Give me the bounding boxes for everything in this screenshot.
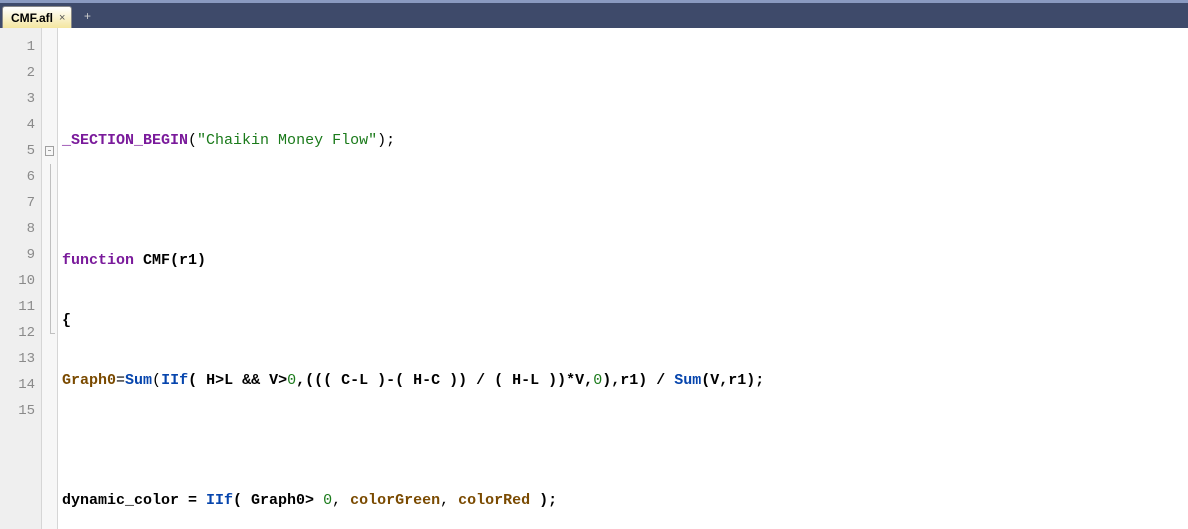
fold-cell [42,372,57,398]
code-line: dynamic_color = IIf( Graph0> 0, colorGre… [62,488,1188,514]
line-number: 9 [0,242,41,268]
code-area[interactable]: _SECTION_BEGIN("Chaikin Money Flow"); fu… [58,28,1188,529]
fold-toggle-icon[interactable] [42,138,57,164]
code-line [62,428,1188,454]
new-tab-button[interactable]: + [78,8,96,26]
line-number: 13 [0,346,41,372]
line-number: 10 [0,268,41,294]
code-line: function CMF(r1) [62,248,1188,274]
close-icon[interactable]: × [59,12,65,24]
fold-cell [42,294,57,320]
tab-bar: CMF.afl × + [0,0,1188,28]
fold-cell [42,216,57,242]
fold-cell [42,86,57,112]
line-number: 3 [0,86,41,112]
fold-cell [42,190,57,216]
tab-label: CMF.afl [11,11,53,25]
line-number: 12 [0,320,41,346]
fold-cell [42,346,57,372]
fold-cell [42,320,57,346]
line-number: 2 [0,60,41,86]
line-number: 5 [0,138,41,164]
code-line [62,68,1188,94]
tab-cmf-afl[interactable]: CMF.afl × [2,6,72,28]
fold-cell [42,398,57,424]
line-number: 15 [0,398,41,424]
code-line: _SECTION_BEGIN("Chaikin Money Flow"); [62,128,1188,154]
line-number: 8 [0,216,41,242]
line-number-gutter: 123456789101112131415 [0,28,42,529]
fold-cell [42,112,57,138]
line-number: 6 [0,164,41,190]
code-editor[interactable]: 123456789101112131415 _SECTION_BEGIN("Ch… [0,28,1188,529]
code-line: { [62,308,1188,334]
plus-icon: + [84,10,91,24]
fold-cell [42,60,57,86]
fold-cell [42,268,57,294]
fold-column [42,28,58,529]
line-number: 4 [0,112,41,138]
line-number: 7 [0,190,41,216]
line-number: 14 [0,372,41,398]
line-number: 11 [0,294,41,320]
code-line: Graph0=Sum(IIf( H>L && V>0,((( C-L )-( H… [62,368,1188,394]
line-number: 1 [0,34,41,60]
code-line [62,188,1188,214]
fold-cell [42,242,57,268]
fold-cell [42,164,57,190]
fold-cell [42,34,57,60]
